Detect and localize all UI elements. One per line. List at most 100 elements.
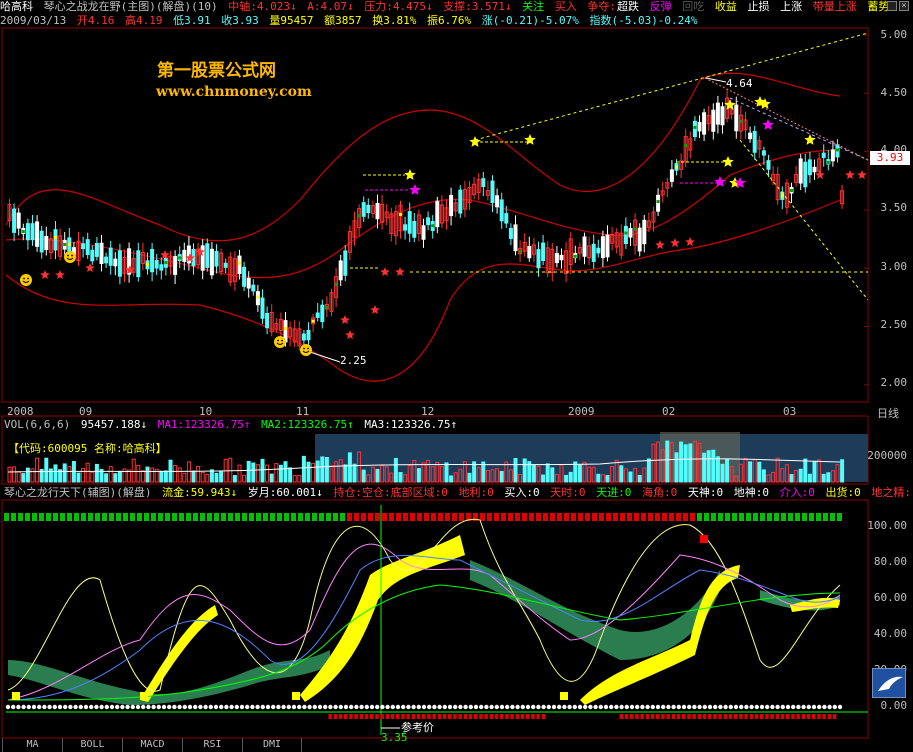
trend-bar-block — [186, 513, 191, 521]
red-star-marker — [655, 240, 665, 249]
candle-body — [338, 260, 343, 281]
volume-bar — [513, 457, 518, 483]
volume-bar — [292, 475, 297, 483]
signal-dot — [583, 704, 588, 710]
tab-dmi[interactable]: DMI — [242, 738, 302, 752]
vol-ma1: MA1:123326.75↑ — [157, 418, 251, 431]
red-signal-tick — [531, 714, 535, 719]
volume-bar — [30, 468, 35, 483]
red-signal-tick — [328, 714, 332, 719]
sub-tianshi: 天时:0 — [550, 486, 586, 499]
candle-body — [628, 228, 633, 238]
trend-bar-block — [550, 513, 555, 521]
volume-bar — [550, 467, 555, 483]
signal-dot — [193, 704, 198, 710]
candle-body — [513, 224, 518, 252]
red-signal-tick — [448, 714, 452, 719]
trend-bar-block — [74, 513, 79, 521]
red-signal-tick — [463, 714, 468, 719]
main-price-chart[interactable] — [0, 0, 913, 752]
candle-body — [495, 195, 500, 208]
red-signal-tick — [479, 714, 483, 719]
signal-block — [256, 295, 260, 299]
signal-dot — [250, 704, 255, 710]
signal-dot — [276, 704, 281, 710]
red-star-marker — [85, 263, 95, 272]
trend-bar-block — [697, 513, 702, 521]
signal-dot — [416, 704, 421, 710]
trend-bar-block — [683, 513, 688, 521]
sub-chuhuo: 出货:0 — [825, 486, 861, 499]
tab-boll[interactable]: BOLL — [62, 738, 122, 752]
volume-bar — [16, 471, 21, 483]
signal-block — [633, 227, 637, 231]
volume-bar — [315, 460, 320, 483]
yellow-ribbon — [300, 535, 465, 702]
signal-dot — [780, 704, 785, 710]
signal-dot — [827, 704, 832, 710]
candle-body — [53, 229, 58, 251]
red-signal-tick — [775, 714, 780, 719]
volume-bar — [564, 474, 569, 483]
volume-bar — [628, 471, 633, 483]
candle-body — [16, 212, 21, 229]
red-star-marker — [670, 238, 680, 247]
red-signal-tick — [713, 714, 717, 719]
signal-dot — [557, 704, 562, 710]
volume-bar — [260, 458, 265, 483]
tab-rsi[interactable]: RSI — [182, 738, 242, 752]
sub-tick-80: 80.00 — [873, 555, 907, 568]
trend-bar-block — [403, 513, 408, 521]
signal-dot — [832, 704, 837, 710]
trend-bar-block — [305, 513, 310, 521]
signal-dot — [323, 704, 328, 710]
volume-bar — [90, 471, 95, 483]
red-signal-tick — [739, 714, 743, 719]
volume-bar — [85, 462, 90, 483]
volume-bar — [237, 464, 242, 483]
signal-dot — [822, 704, 827, 710]
tab-macd[interactable]: MACD — [122, 738, 182, 752]
trend-bar-block — [837, 513, 842, 521]
trend-bar-block — [263, 513, 268, 521]
volume-bar — [219, 471, 224, 483]
signal-dot — [224, 704, 229, 710]
red-star-marker — [857, 170, 867, 179]
signal-dot — [333, 704, 338, 710]
volume-bar — [48, 468, 53, 483]
red-signal-tick — [635, 714, 639, 719]
signal-block — [325, 305, 329, 309]
red-signal-tick — [812, 714, 816, 719]
volume-bar — [136, 464, 141, 483]
trend-bar-block — [137, 513, 142, 521]
candle-body — [85, 239, 90, 256]
volume-bar — [812, 461, 817, 483]
trend-bar-block — [620, 513, 625, 521]
candle-body — [812, 166, 817, 173]
trend-bar-block — [823, 513, 828, 521]
signal-dot — [614, 704, 619, 710]
tab-ma[interactable]: MA — [2, 738, 62, 752]
candle-body — [12, 208, 17, 233]
trend-bar-block — [32, 513, 37, 521]
candle-body — [748, 132, 753, 140]
smiley-eye — [277, 339, 279, 342]
trend-bar-block — [375, 513, 380, 521]
signal-dot — [187, 704, 193, 710]
trend-bar-block — [501, 513, 506, 521]
volume-bar — [467, 472, 472, 483]
candle-body — [343, 250, 348, 276]
trend-bar-block — [256, 513, 261, 521]
time-axis-mode[interactable]: 日线 — [877, 405, 899, 421]
volume-bar — [711, 449, 716, 483]
volume-bar — [246, 460, 251, 483]
red-signal-tick — [728, 714, 733, 719]
red-signal-tick — [515, 714, 520, 719]
volume-bar — [320, 456, 325, 483]
signal-dot — [770, 704, 775, 710]
signal-dot — [21, 704, 26, 710]
signal-dot — [525, 704, 531, 710]
volume-bar — [81, 467, 86, 483]
candle-body — [320, 304, 325, 323]
candle-body — [237, 255, 242, 275]
